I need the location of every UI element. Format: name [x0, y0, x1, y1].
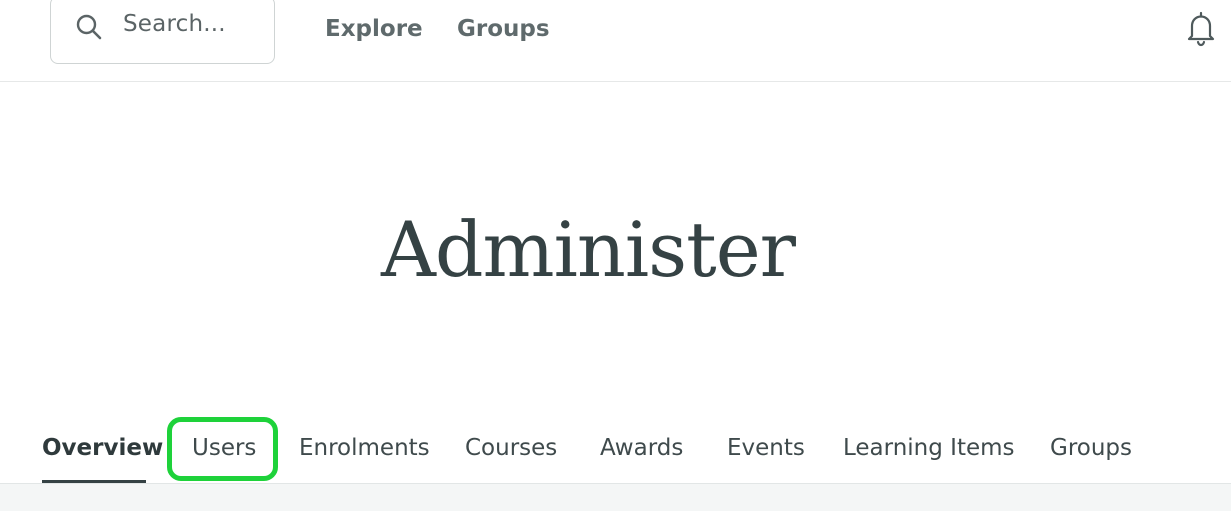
content-area-top: [0, 483, 1231, 511]
search-input[interactable]: Search...: [50, 0, 275, 64]
bell-icon[interactable]: [1182, 10, 1220, 48]
tab-awards[interactable]: Awards: [600, 435, 683, 461]
page-title: Administer: [380, 205, 796, 294]
tab-users[interactable]: Users: [192, 435, 256, 461]
search-icon: [76, 14, 102, 40]
tab-groups[interactable]: Groups: [1050, 435, 1132, 461]
tab-overview[interactable]: Overview: [42, 435, 163, 461]
admin-tabs: Overview Users Enrolments Courses Awards…: [0, 420, 1231, 484]
tab-courses[interactable]: Courses: [465, 435, 557, 461]
tab-events[interactable]: Events: [727, 435, 805, 461]
top-navigation-bar: Search... Explore Groups: [0, 0, 1231, 82]
tab-enrolments[interactable]: Enrolments: [299, 435, 430, 461]
nav-groups-link[interactable]: Groups: [457, 16, 550, 42]
nav-explore-link[interactable]: Explore: [325, 16, 423, 42]
search-placeholder: Search...: [123, 11, 226, 37]
tab-learning-items[interactable]: Learning Items: [843, 435, 1015, 461]
